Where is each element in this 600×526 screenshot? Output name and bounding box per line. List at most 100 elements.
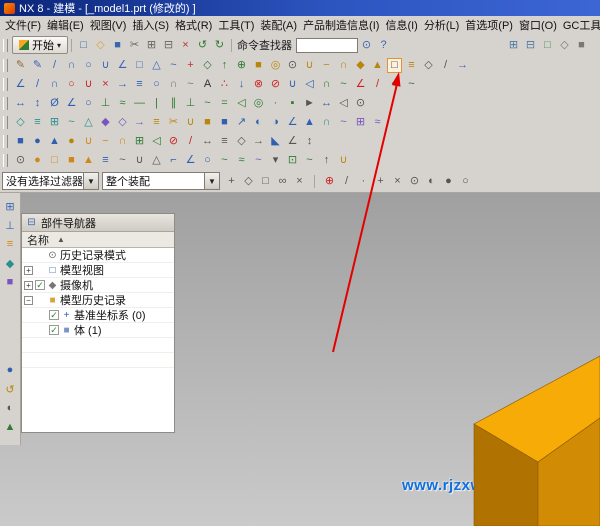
tree-row[interactable]: ✓ + 基准坐标系 (0) [22, 308, 174, 323]
four-point-surface-icon[interactable]: ◇ [115, 115, 130, 130]
extract-geometry-icon[interactable]: ⊡ [285, 153, 300, 168]
variational-sweep-icon[interactable]: ~ [251, 153, 266, 168]
move-face-icon[interactable]: → [251, 134, 266, 149]
bridge-curve-icon[interactable]: ∩ [319, 77, 334, 92]
constraint-navigator-icon[interactable]: ⊥ [2, 217, 18, 233]
system-materials-icon[interactable]: ◐ [2, 400, 18, 416]
intersect-icon[interactable]: ∩ [336, 58, 351, 73]
chevron-down-icon[interactable]: ▼ [83, 173, 98, 189]
point-icon[interactable]: + [183, 58, 198, 73]
offset-curve-icon[interactable]: ≡ [132, 77, 147, 92]
part-navigator-icon[interactable]: ≡ [2, 236, 18, 252]
cut-icon[interactable]: ✂ [127, 38, 142, 53]
sketch-icon[interactable]: ✎ [13, 58, 28, 73]
trim-body-icon[interactable]: / [438, 58, 453, 73]
curve-line-icon[interactable]: / [30, 77, 45, 92]
copy-icon[interactable]: ⊞ [144, 38, 159, 53]
through-curves-icon[interactable]: ≡ [30, 115, 45, 130]
tree-row[interactable]: + □ 模型视图 [22, 263, 174, 278]
undo-icon[interactable]: ↺ [195, 38, 210, 53]
patch-icon[interactable]: ■ [200, 115, 215, 130]
part-navigator-header[interactable]: ⊟ 部件导航器 [22, 214, 174, 232]
chamfer-curve2-icon[interactable]: ∠ [353, 77, 368, 92]
midpoint-constraint-icon[interactable]: · [268, 96, 283, 111]
draft-icon[interactable]: ∠ [285, 115, 300, 130]
thicken-sheet-icon[interactable]: ■ [217, 115, 232, 130]
datum-plane-icon[interactable]: ◇ [200, 58, 215, 73]
mirror-feature-icon[interactable]: ◁ [149, 134, 164, 149]
sphere-icon[interactable]: ● [64, 134, 79, 149]
intersection-curve-icon[interactable]: ⊗ [251, 77, 266, 92]
law-extension-icon[interactable]: ↗ [234, 115, 249, 130]
expander-icon[interactable]: − [24, 296, 33, 305]
parallel-constraint-icon[interactable]: ∥ [166, 96, 181, 111]
visibility-checkbox[interactable]: ✓ [49, 310, 59, 320]
polygon-icon[interactable]: △ [149, 58, 164, 73]
chain-selection-icon[interactable]: ∞ [275, 174, 290, 189]
toolbar-grip[interactable] [3, 59, 8, 72]
helix-icon[interactable]: ~ [183, 77, 198, 92]
extension-surface-icon[interactable]: → [132, 115, 147, 130]
menu-item[interactable]: 视图(V) [87, 16, 130, 34]
i-form-icon[interactable]: ≈ [370, 115, 385, 130]
cascade-windows-icon[interactable]: ⊞ [506, 38, 521, 53]
x-form-icon[interactable]: ⊞ [353, 115, 368, 130]
snap-quadrant-point-icon[interactable]: ◐ [424, 174, 439, 189]
animate-dimension-icon[interactable]: ► [302, 96, 317, 111]
snap-control-point-icon[interactable]: + [373, 174, 388, 189]
web-browser-icon[interactable]: ● [2, 362, 18, 378]
perpendicular-constraint-icon[interactable]: ⊥ [183, 96, 198, 111]
emboss-feature-icon[interactable]: ▲ [81, 153, 96, 168]
circle-icon[interactable]: ○ [81, 58, 96, 73]
inside-only-icon[interactable]: □ [258, 174, 273, 189]
rectangle-icon[interactable]: □ [132, 58, 147, 73]
perimeter-dimension-icon[interactable]: ○ [81, 96, 96, 111]
offset-surface-icon[interactable]: ≡ [149, 115, 164, 130]
menu-item[interactable]: 文件(F) [2, 16, 44, 34]
paste-icon[interactable]: ⊟ [161, 38, 176, 53]
menu-item[interactable]: 工具(T) [215, 16, 257, 34]
tree-row[interactable]: − ■ 模型历史记录 [22, 293, 174, 308]
visibility-checkbox[interactable] [35, 265, 45, 275]
draft-body-icon[interactable]: ∠ [285, 134, 300, 149]
snap-midpoint-icon[interactable]: · [356, 174, 371, 189]
menu-item[interactable]: 编辑(E) [44, 16, 87, 34]
full-screen-icon[interactable]: ■ [574, 38, 589, 53]
curve-profile-icon[interactable]: ∠ [13, 77, 28, 92]
promote-body-icon[interactable]: ↑ [319, 153, 334, 168]
chevron-down-icon[interactable]: ▼ [204, 173, 219, 189]
stop-at-intersection-icon[interactable]: × [292, 174, 307, 189]
navigator-column-header[interactable]: 名称 ▲ [22, 232, 174, 248]
command-finder-input[interactable] [296, 38, 358, 53]
expander-icon[interactable] [38, 311, 47, 320]
menu-item[interactable]: 格式(R) [172, 16, 215, 34]
edge-blend-surface-icon[interactable]: ◑ [268, 115, 283, 130]
subtract-body-icon[interactable]: − [98, 134, 113, 149]
snap-point-toggle-icon[interactable]: ⊕ [322, 174, 337, 189]
studio-surface-icon[interactable]: ◆ [98, 115, 113, 130]
menu-item[interactable]: GC工具箱(G) [560, 16, 600, 34]
rib-icon[interactable]: ≡ [98, 153, 113, 168]
delete-icon[interactable]: × [178, 38, 193, 53]
vertical-constraint-icon[interactable]: | [149, 96, 164, 111]
reuse-library-icon[interactable]: ◆ [2, 255, 18, 271]
sew-icon[interactable]: ∪ [183, 115, 198, 130]
menu-item[interactable]: 信息(I) [382, 16, 420, 34]
sew-body-icon[interactable]: ∪ [336, 153, 351, 168]
text-icon[interactable]: A [200, 77, 215, 92]
snap-existing-point-icon[interactable]: ● [441, 174, 456, 189]
line-icon[interactable]: / [47, 58, 62, 73]
auto-constrain-icon[interactable]: ≈ [115, 96, 130, 111]
styled-sweep-icon[interactable]: ≈ [234, 153, 249, 168]
save-icon[interactable]: ■ [110, 38, 125, 53]
expander-icon[interactable] [38, 326, 47, 335]
equal-constraint-icon[interactable]: = [217, 96, 232, 111]
cone-icon[interactable]: ▲ [47, 134, 62, 149]
symmetric-constraint-icon[interactable]: ◁ [234, 96, 249, 111]
studio-spline-icon[interactable]: ~ [166, 58, 181, 73]
chamfer-body-icon[interactable]: ◣ [268, 134, 283, 149]
arc-icon[interactable]: ∩ [64, 58, 79, 73]
edge-blend-icon[interactable]: ◆ [353, 58, 368, 73]
menu-item[interactable]: 窗口(O) [516, 16, 560, 34]
tree-row[interactable]: + ✓ ◆ 摄像机 [22, 278, 174, 293]
